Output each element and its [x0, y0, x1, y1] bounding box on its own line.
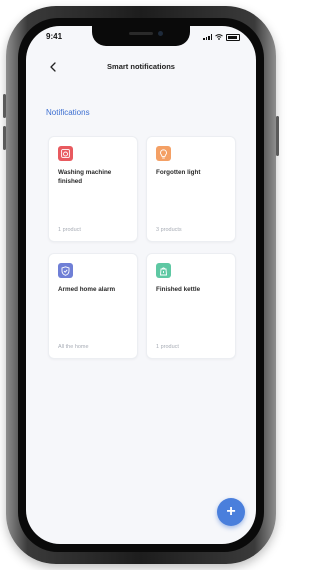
card-title: Forgotten light	[156, 169, 201, 176]
notification-card-finished-kettle[interactable]: Finished kettle 1 product	[146, 253, 236, 359]
washing-machine-icon	[58, 146, 73, 161]
notch	[92, 26, 190, 46]
add-notification-button[interactable]: +	[217, 498, 245, 526]
notification-card-armed-alarm[interactable]: Armed home alarm All the home	[48, 253, 138, 359]
app-screen: 9:41 Smart notifications Notifications W…	[26, 26, 256, 544]
phone-frame: 9:41 Smart notifications Notifications W…	[3, 6, 279, 564]
section-title: Notifications	[46, 108, 90, 117]
notification-card-forgotten-light[interactable]: Forgotten light 3 products	[146, 136, 236, 242]
battery-icon	[226, 33, 240, 41]
card-subtitle: All the home	[58, 344, 89, 350]
notification-card-washing-machine[interactable]: Washing machine finished 1 product	[48, 136, 138, 242]
volume-up-button	[3, 94, 6, 118]
power-button	[276, 116, 279, 156]
wifi-icon	[215, 34, 223, 40]
card-title: Washing machine finished	[58, 169, 112, 185]
status-icons	[203, 33, 240, 41]
card-title: Finished kettle	[156, 286, 201, 293]
speaker	[129, 32, 153, 35]
plus-icon: +	[226, 503, 236, 520]
card-subtitle: 3 products	[156, 227, 182, 233]
card-subtitle: 1 product	[58, 227, 81, 233]
card-subtitle: 1 product	[156, 344, 179, 350]
kettle-icon	[156, 263, 171, 278]
header: Smart notifications	[26, 58, 256, 78]
light-bulb-icon	[156, 146, 171, 161]
status-time: 9:41	[46, 32, 63, 41]
page-title: Smart notifications	[107, 62, 175, 71]
front-camera	[158, 31, 163, 36]
signal-icon	[203, 34, 212, 40]
shield-check-icon	[58, 263, 73, 278]
card-title: Armed home alarm	[58, 286, 116, 293]
volume-down-button	[3, 126, 6, 150]
